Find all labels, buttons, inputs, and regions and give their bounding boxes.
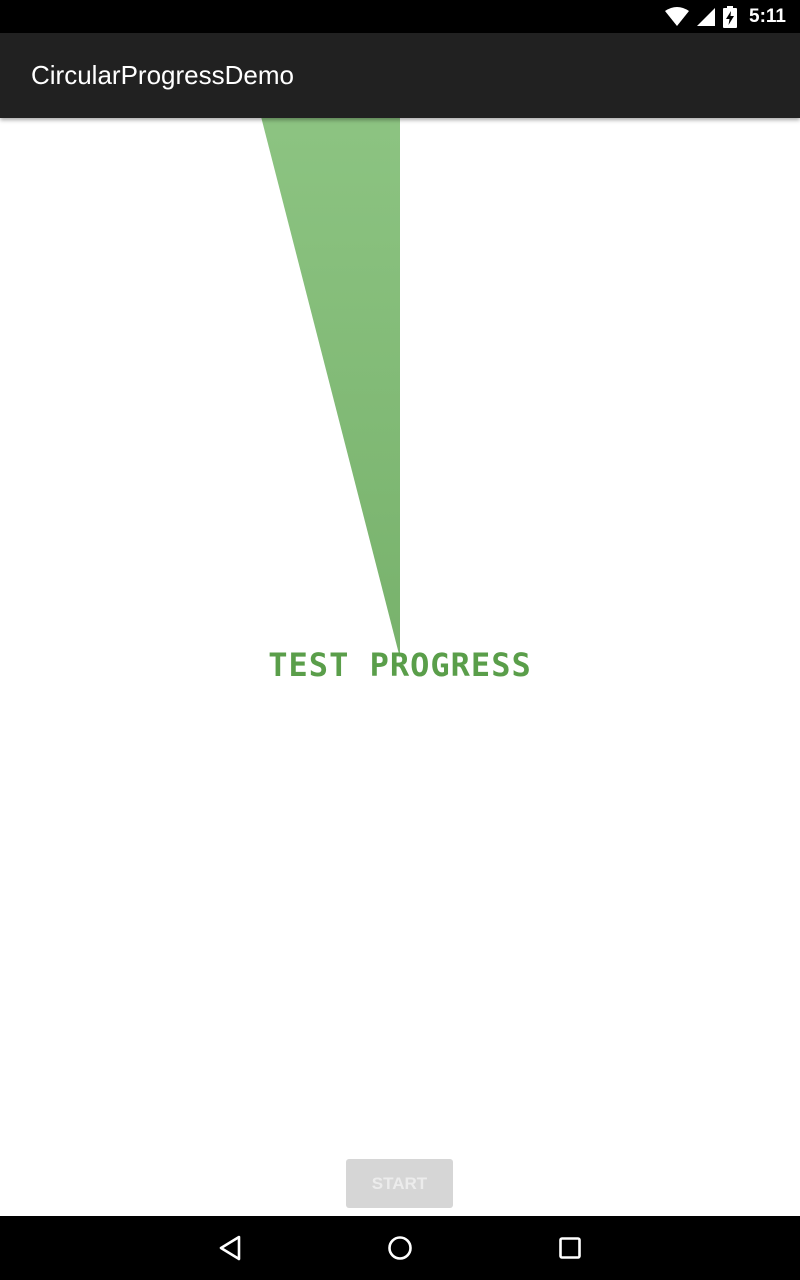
app-title: CircularProgressDemo bbox=[31, 60, 294, 90]
status-bar: 5:11 bbox=[0, 0, 800, 33]
main-content: TEST PROGRESS START bbox=[0, 118, 800, 1216]
home-icon[interactable] bbox=[384, 1232, 416, 1264]
wifi-icon bbox=[665, 6, 690, 27]
status-icons: 5:11 bbox=[665, 0, 786, 33]
status-clock: 5:11 bbox=[749, 5, 786, 27]
cell-signal-icon bbox=[697, 7, 716, 26]
navigation-bar bbox=[0, 1216, 800, 1280]
back-icon[interactable] bbox=[214, 1232, 246, 1264]
progress-wedge bbox=[261, 118, 400, 658]
recents-icon[interactable] bbox=[554, 1232, 586, 1264]
app-bar: CircularProgressDemo bbox=[0, 33, 800, 118]
progress-label: TEST PROGRESS bbox=[268, 646, 532, 684]
battery-charging-icon bbox=[723, 5, 738, 28]
start-button[interactable]: START bbox=[346, 1159, 453, 1208]
